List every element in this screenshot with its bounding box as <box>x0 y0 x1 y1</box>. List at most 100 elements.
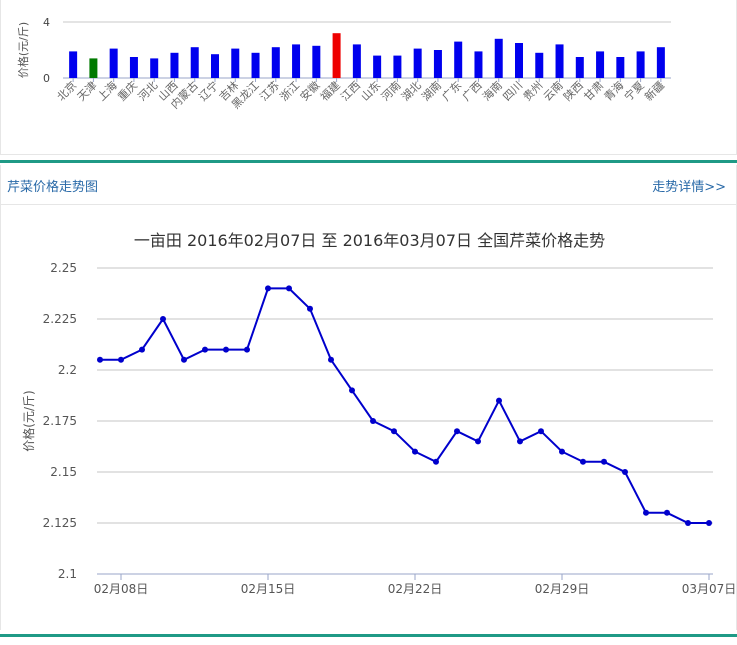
x-tick-label: 河南 <box>379 79 404 104</box>
y-tick-label: 2.175 <box>43 414 77 428</box>
data-point <box>307 305 313 312</box>
province-price-panel: 0 4 价格(元/斤) 北京 天津 上海 重庆 河北 山西 内蒙古 辽宁 吉林 黑龙江 江苏 浙江 安徽 福建江… <box>0 0 737 155</box>
data-point <box>286 285 292 292</box>
trend-details-link[interactable]: 走势详情>> <box>652 176 726 195</box>
bar-浙江 <box>292 44 301 78</box>
data-point <box>118 356 124 363</box>
x-tick-label: 云南 <box>541 79 566 104</box>
data-point <box>475 438 481 445</box>
x-tick-label: 青海 <box>601 78 626 103</box>
data-point <box>664 509 670 516</box>
bar-青海 <box>616 57 625 78</box>
data-point <box>97 356 103 363</box>
x-tick-label: 辽宁 <box>196 78 221 103</box>
x-tick-label: 安徽 <box>297 78 322 103</box>
y-axis-title: 价格(元/斤) <box>21 390 36 451</box>
bar-河北 <box>150 58 159 78</box>
data-point <box>202 346 208 353</box>
x-tick-label: 02月22日 <box>388 582 443 596</box>
data-point <box>139 346 145 353</box>
y-tick-label: 2.1 <box>58 567 77 581</box>
y-tick-label: 0 <box>43 72 50 85</box>
bar-山西 <box>170 52 179 78</box>
bar-宁夏 <box>636 51 645 78</box>
bar-辽宁 <box>211 54 219 78</box>
bar-福建 <box>332 33 341 78</box>
bar-四川 <box>515 43 523 78</box>
bar-云南 <box>555 44 564 78</box>
province-bar-chart: 04价格(元/斤)北京天津上海重庆河北山西内蒙古辽宁吉林黑龙江江苏浙江安徽福建江… <box>16 16 671 111</box>
data-point <box>412 448 418 455</box>
data-point <box>643 509 649 516</box>
data-point <box>160 316 166 322</box>
x-tick-label: 湖南 <box>419 79 444 104</box>
x-tick-label: 山东 <box>359 79 384 104</box>
x-tick-label: 02月15日 <box>241 582 296 596</box>
bar-广西 <box>474 51 483 78</box>
x-tick-label: 重庆 <box>115 78 140 103</box>
x-tick-label: 03月07日 <box>682 582 737 596</box>
data-point <box>538 428 544 435</box>
section-divider-bottom <box>0 634 737 637</box>
x-tick-label: 贵州 <box>521 79 546 104</box>
x-tick-label: 浙江 <box>277 79 302 104</box>
x-tick-label: 新疆 <box>642 78 667 103</box>
bar-江苏 <box>271 47 280 78</box>
data-point <box>580 458 586 465</box>
data-point <box>559 448 565 455</box>
price-trend-line-chart: 2.1 2.125 2.15 2.175 2.2 2.225 2.25 价格(元/斤) 02月0… <box>21 261 737 596</box>
data-point <box>181 356 187 363</box>
y-tick-label: 2.125 <box>43 516 77 530</box>
x-tick-label: 福建 <box>317 78 342 103</box>
data-point <box>601 458 607 465</box>
data-point <box>244 346 250 353</box>
x-tick-label: 宁夏 <box>621 78 646 103</box>
data-point <box>328 356 334 363</box>
x-tick-label: 江西 <box>338 79 363 104</box>
data-point <box>433 458 439 465</box>
x-tick-label: 02月29日 <box>535 582 590 596</box>
bar-山东 <box>373 55 382 78</box>
bar-甘肃 <box>596 51 605 78</box>
x-tick-label: 天津 <box>75 79 100 104</box>
data-point <box>706 520 712 526</box>
x-tick-label: 海南 <box>479 78 504 103</box>
data-point <box>370 418 376 424</box>
x-tick-label: 湖北 <box>399 79 424 104</box>
x-tick-label: 广西 <box>460 79 485 104</box>
x-tick-label: 河北 <box>136 79 161 104</box>
data-point <box>265 285 271 292</box>
x-tick-label: 陕西 <box>560 78 585 103</box>
data-point <box>685 520 691 526</box>
bar-上海 <box>109 48 118 78</box>
y-tick-label: 4 <box>43 16 50 29</box>
bar-重庆 <box>129 57 138 78</box>
data-point <box>622 469 628 475</box>
bar-吉林 <box>231 48 240 78</box>
x-tick-label: 上海 <box>94 78 119 103</box>
data-point <box>496 397 502 404</box>
price-series-line <box>100 287 709 524</box>
bar-湖南 <box>433 50 442 78</box>
bar-海南 <box>494 38 503 78</box>
section-divider-top <box>0 160 737 163</box>
data-point <box>349 387 355 394</box>
x-tick-label: 江苏 <box>257 79 282 104</box>
bar-黑龙江 <box>251 52 260 78</box>
bar-陕西 <box>575 57 584 78</box>
x-tick-label: 四川 <box>500 79 525 104</box>
bar-河南 <box>393 55 402 78</box>
section-header: 芹菜价格走势图 走势详情>> <box>0 165 737 205</box>
trend-chart-panel: 一亩田 2016年02月07日 至 2016年03月07日 全国芹菜价格走势 2… <box>0 205 737 630</box>
y-tick-label: 2.15 <box>50 465 77 479</box>
x-tick-label: 02月08日 <box>94 582 149 596</box>
data-point <box>454 428 460 435</box>
y-axis-title: 价格(元/斤) <box>16 22 30 78</box>
bar-广东 <box>454 41 463 78</box>
data-point <box>223 346 229 353</box>
section-title: 芹菜价格走势图 <box>7 180 99 195</box>
bar-新疆 <box>656 47 665 78</box>
y-tick-label: 2.225 <box>43 312 77 326</box>
y-tick-label: 2.2 <box>58 363 77 377</box>
bar-湖北 <box>413 48 422 78</box>
